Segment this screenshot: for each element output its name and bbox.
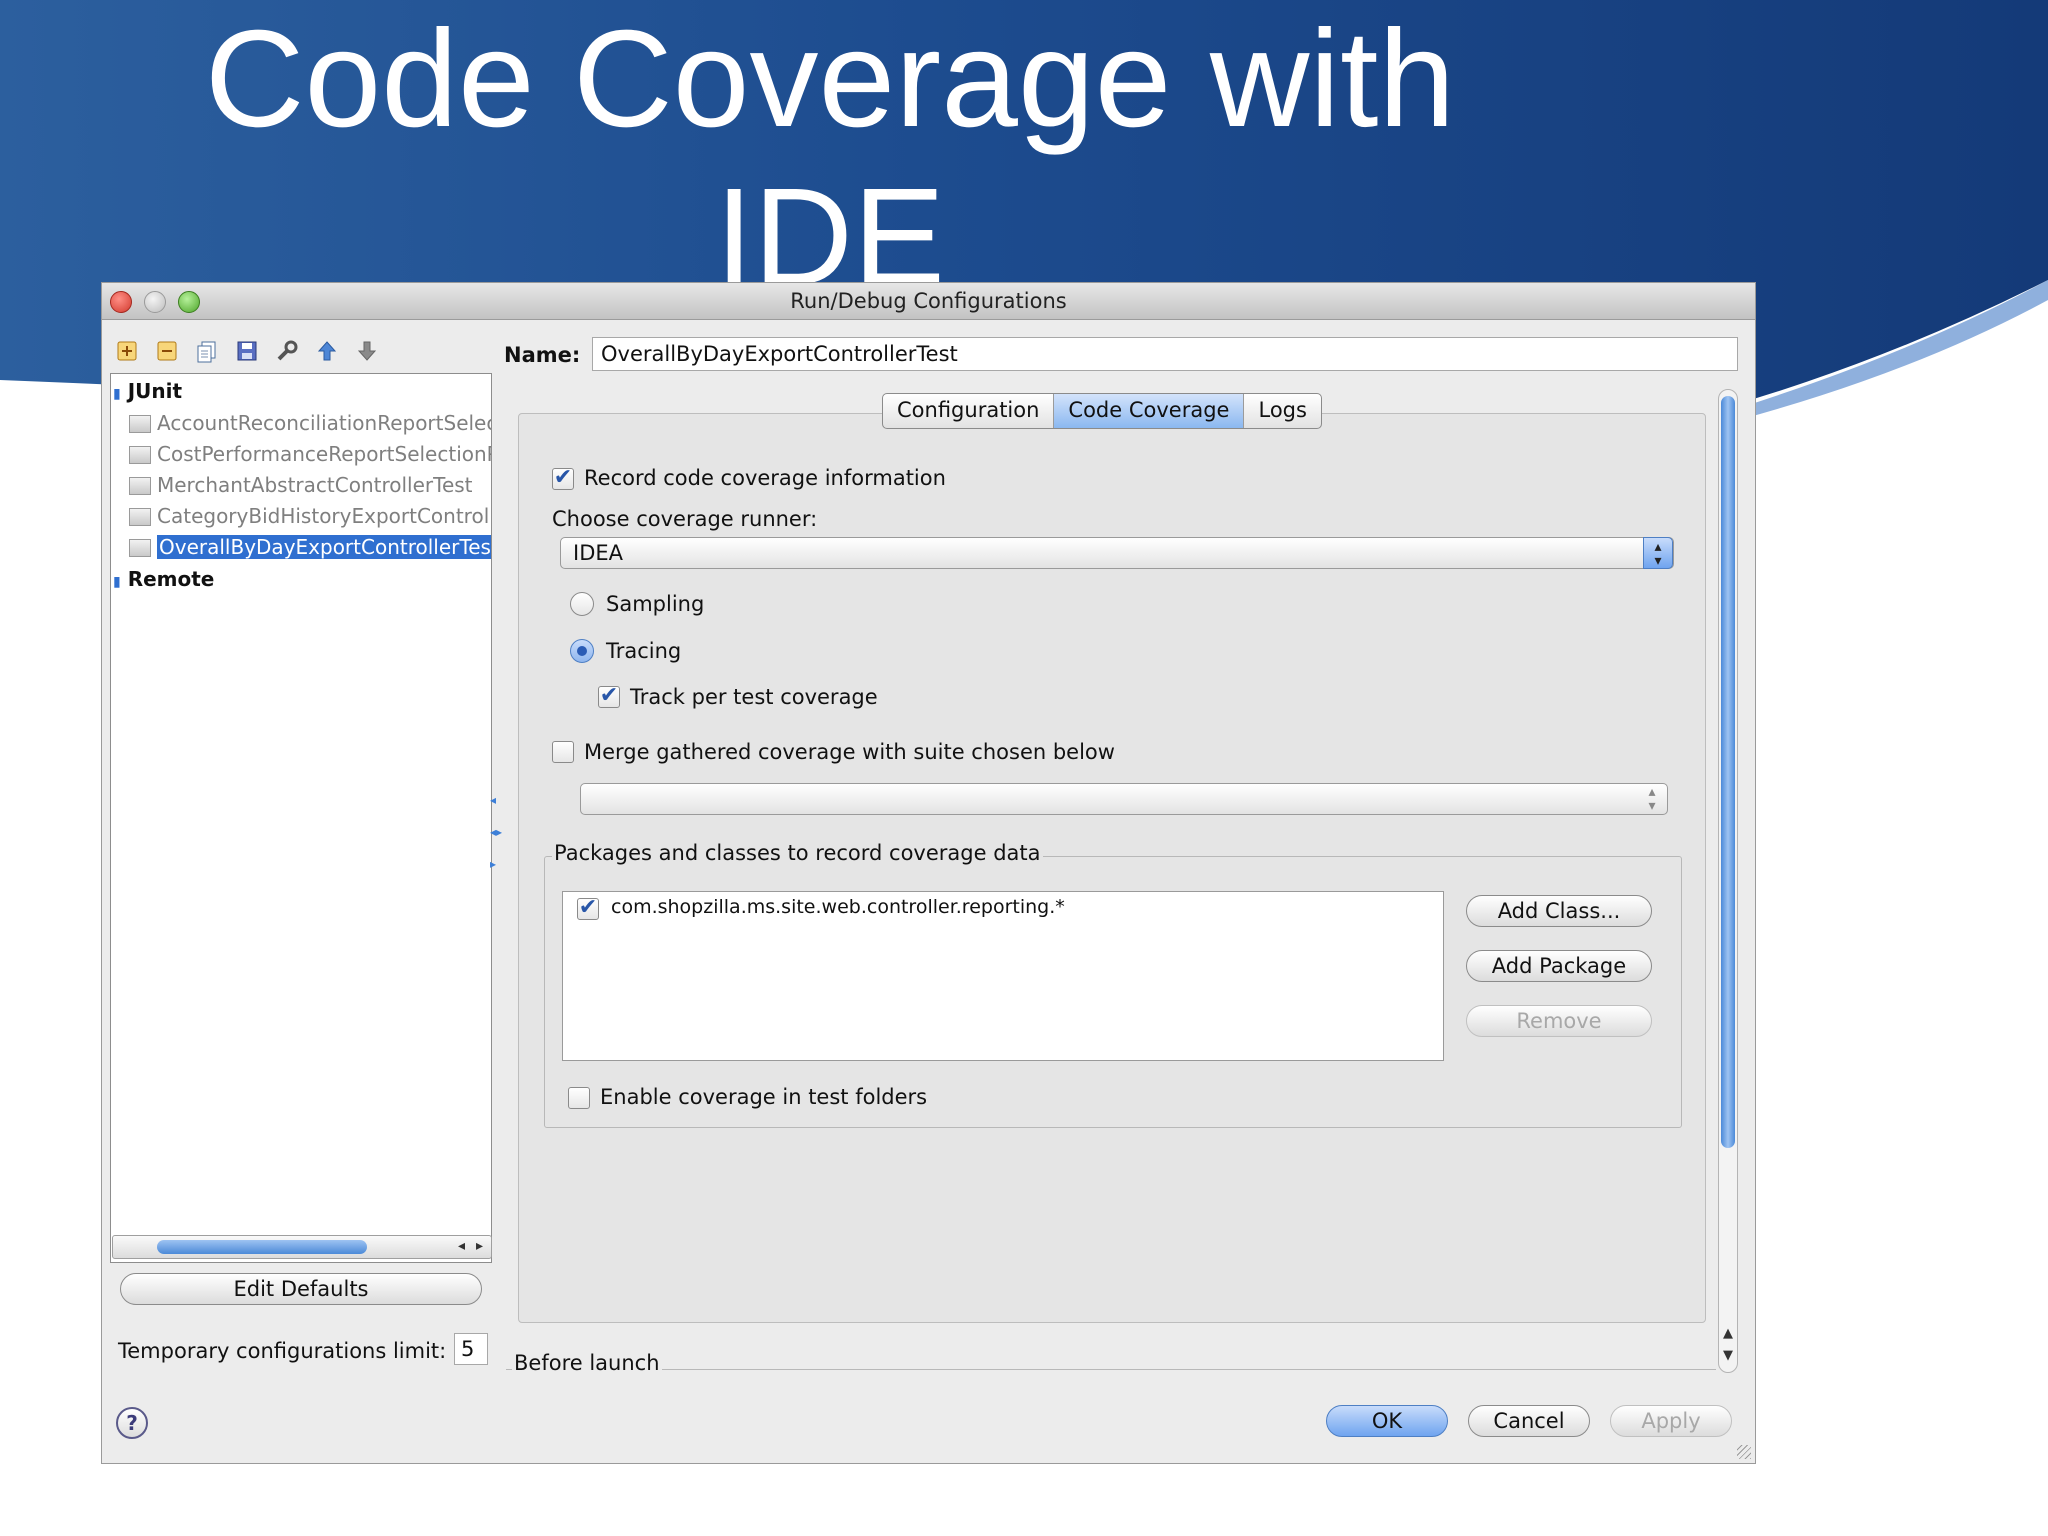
package-pattern: com.shopzilla.ms.site.web.controller.rep… bbox=[611, 896, 1065, 918]
tree-item-label: MerchantAbstractControllerTest bbox=[157, 473, 473, 497]
tree-group-label: JUnit bbox=[127, 379, 183, 403]
test-config-icon bbox=[129, 415, 151, 433]
tree-item-label: AccountReconciliationReportSelecti bbox=[157, 411, 492, 435]
tab-bar: Configuration Code Coverage Logs bbox=[882, 393, 1322, 429]
coverage-runner-label: Choose coverage runner: bbox=[552, 507, 818, 531]
coverage-runner-select[interactable]: IDEA ▴ ▾ bbox=[560, 537, 1674, 569]
tree-item-overall-by-day[interactable]: OverallByDayExportControllerTest bbox=[129, 532, 491, 562]
merge-suite-select[interactable]: ▴ ▾ bbox=[580, 783, 1668, 815]
tree-group-remote[interactable]: ▮ Remote bbox=[113, 564, 214, 594]
test-config-icon bbox=[129, 539, 151, 557]
add-package-button[interactable]: Add Package bbox=[1466, 950, 1652, 982]
tree-item-cost-performance[interactable]: CostPerformanceReportSelectionP bbox=[129, 439, 492, 469]
temp-config-limit-field[interactable]: 5 bbox=[454, 1333, 488, 1365]
tab-logs[interactable]: Logs bbox=[1244, 394, 1320, 428]
tab-configuration[interactable]: Configuration bbox=[883, 394, 1055, 428]
tracing-label: Tracing bbox=[606, 639, 682, 663]
enable-test-folders-checkbox[interactable] bbox=[568, 1087, 590, 1109]
junit-icon: ▮ bbox=[113, 386, 121, 402]
sampling-radio[interactable] bbox=[570, 592, 594, 616]
name-label: Name: bbox=[504, 343, 581, 367]
remove-icon[interactable] bbox=[154, 339, 180, 365]
tree-item-merchant-abstract[interactable]: MerchantAbstractControllerTest bbox=[129, 470, 473, 500]
apply-button[interactable]: Apply bbox=[1610, 1405, 1732, 1437]
packages-group-title: Packages and classes to record coverage … bbox=[552, 841, 1043, 865]
before-launch-label: Before launch bbox=[512, 1351, 662, 1375]
enable-test-folders-label: Enable coverage in test folders bbox=[600, 1085, 928, 1109]
scrollbar-thumb[interactable] bbox=[157, 1240, 367, 1254]
arrow-down-icon[interactable] bbox=[354, 339, 380, 365]
sampling-label: Sampling bbox=[606, 592, 705, 616]
window-title: Run/Debug Configurations bbox=[790, 289, 1067, 313]
add-class-button[interactable]: Add Class... bbox=[1466, 895, 1652, 927]
run-debug-configurations-dialog: Run/Debug Configurations Name: OverallBy… bbox=[102, 283, 1755, 1463]
tracing-radio[interactable] bbox=[570, 639, 594, 663]
remove-button[interactable]: Remove bbox=[1466, 1005, 1652, 1037]
record-coverage-checkbox[interactable]: ✔ bbox=[552, 467, 574, 490]
slide-title: Code Coverage with IDE bbox=[0, 0, 1660, 316]
test-config-icon bbox=[129, 508, 151, 526]
tree-item-label: CostPerformanceReportSelectionP bbox=[157, 442, 492, 466]
name-field[interactable]: OverallByDayExportControllerTest bbox=[592, 337, 1738, 371]
wrench-icon[interactable] bbox=[274, 339, 300, 365]
tree-group-junit[interactable]: ▮ JUnit bbox=[113, 376, 182, 406]
coverage-runner-value: IDEA bbox=[573, 541, 623, 565]
arrow-up-icon[interactable] bbox=[314, 339, 340, 365]
track-per-test-checkbox[interactable]: ✔ bbox=[598, 685, 620, 708]
ok-button[interactable]: OK bbox=[1326, 1405, 1448, 1437]
package-checkbox[interactable]: ✔ bbox=[577, 897, 599, 920]
test-config-icon bbox=[129, 477, 151, 495]
content-vertical-scrollbar[interactable] bbox=[1718, 389, 1738, 1373]
scroll-left-icon[interactable]: ◂ bbox=[458, 1238, 465, 1254]
scrollbar-thumb[interactable] bbox=[1721, 396, 1735, 1148]
merge-coverage-label: Merge gathered coverage with suite chose… bbox=[584, 740, 1115, 764]
packages-list[interactable]: ✔ com.shopzilla.ms.site.web.controller.r… bbox=[562, 891, 1444, 1061]
before-launch-divider bbox=[506, 1369, 1716, 1370]
remote-icon: ▮ bbox=[113, 574, 121, 590]
tree-horizontal-scrollbar[interactable]: ◂ ▸ bbox=[112, 1235, 492, 1259]
copy-icon[interactable] bbox=[194, 339, 220, 365]
tree-item-account-reconciliation[interactable]: AccountReconciliationReportSelecti bbox=[129, 408, 492, 438]
tree-item-category-bid-history[interactable]: CategoryBidHistoryExportControlle bbox=[129, 501, 492, 531]
temp-config-limit-label: Temporary configurations limit: bbox=[118, 1339, 447, 1363]
splitter-handle[interactable]: ◂ ◂▸ ▸ bbox=[490, 773, 502, 893]
configuration-tree[interactable]: ▮ JUnit AccountReconciliationReportSelec… bbox=[110, 373, 492, 1263]
scroll-arrows[interactable]: ▲ ▼ bbox=[1718, 1323, 1738, 1369]
tree-item-label: CategoryBidHistoryExportControlle bbox=[157, 504, 492, 528]
scroll-down-icon[interactable]: ▼ bbox=[1718, 1345, 1738, 1367]
edit-defaults-button[interactable]: Edit Defaults bbox=[120, 1273, 482, 1305]
add-icon[interactable] bbox=[114, 339, 140, 365]
window-titlebar[interactable]: Run/Debug Configurations bbox=[102, 283, 1755, 320]
tree-item-label: OverallByDayExportControllerTest bbox=[157, 535, 491, 559]
save-icon[interactable] bbox=[234, 339, 260, 365]
slide-title-line-1: Code Coverage with bbox=[204, 2, 1456, 156]
track-per-test-label: Track per test coverage bbox=[630, 685, 878, 709]
cancel-button[interactable]: Cancel bbox=[1468, 1405, 1590, 1437]
test-config-icon bbox=[129, 446, 151, 464]
scroll-up-icon[interactable]: ▲ bbox=[1718, 1323, 1738, 1345]
record-coverage-label: Record code coverage information bbox=[584, 466, 946, 490]
tab-code-coverage[interactable]: Code Coverage bbox=[1054, 394, 1245, 428]
merge-coverage-checkbox[interactable] bbox=[552, 741, 574, 763]
scroll-right-icon[interactable]: ▸ bbox=[476, 1238, 483, 1254]
select-arrows-icon: ▴ ▾ bbox=[1648, 784, 1656, 814]
resize-grip-icon[interactable] bbox=[1737, 1445, 1751, 1459]
help-button[interactable]: ? bbox=[116, 1407, 148, 1439]
select-arrows-icon: ▴ ▾ bbox=[1643, 537, 1673, 569]
tree-group-label: Remote bbox=[127, 567, 215, 591]
